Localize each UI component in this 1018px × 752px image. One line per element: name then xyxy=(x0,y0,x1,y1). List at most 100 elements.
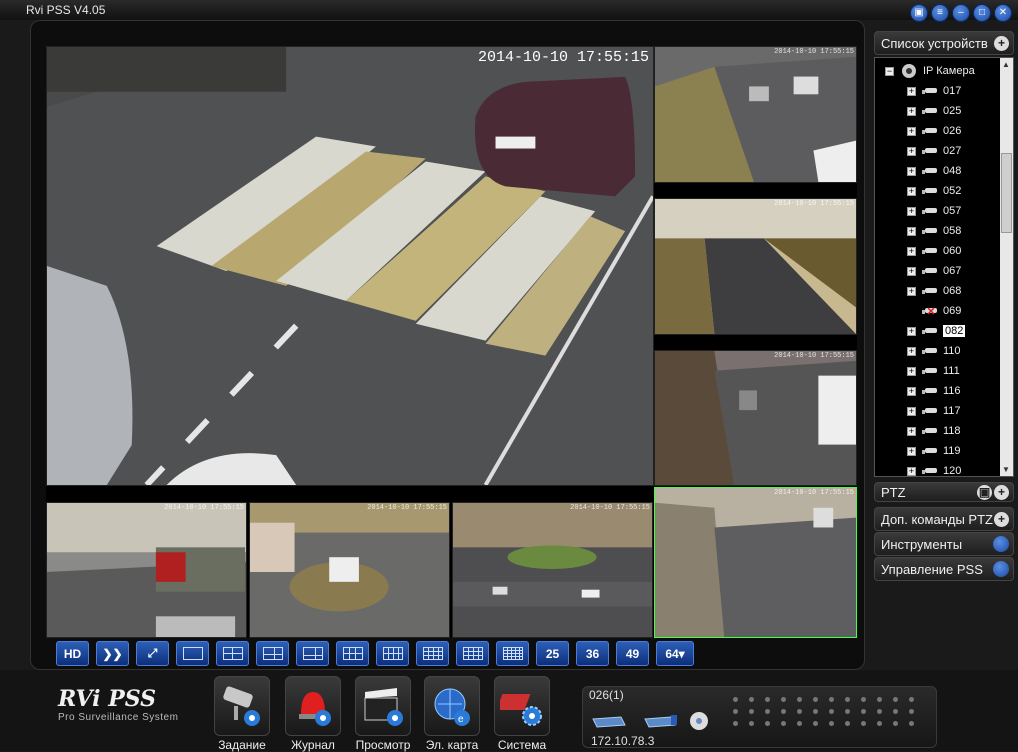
layout-1-button[interactable] xyxy=(176,641,209,666)
layout-49-button[interactable]: 49 xyxy=(616,641,649,666)
camera-timestamp: 2014-10-10 17:55:15 xyxy=(774,489,854,497)
expand-icon[interactable]: + xyxy=(907,246,916,256)
channel-dot xyxy=(877,721,882,726)
device-item[interactable]: +025 xyxy=(907,101,961,121)
expand-icon[interactable]: + xyxy=(907,286,916,296)
device-item[interactable]: +082 xyxy=(907,321,966,341)
expand-icon[interactable]: + xyxy=(907,346,916,356)
expand-icon[interactable]: + xyxy=(907,466,916,476)
tools-expand-icon[interactable] xyxy=(993,536,1009,552)
expand-icon[interactable]: + xyxy=(907,386,916,396)
channel-dot xyxy=(781,697,786,702)
layout-25-button[interactable]: 25 xyxy=(536,641,569,666)
layout-20-button[interactable] xyxy=(496,641,529,666)
expand-icon[interactable]: + xyxy=(907,226,916,236)
channel-dot xyxy=(909,709,914,714)
expand-icon[interactable]: + xyxy=(907,206,916,216)
camera-view-main[interactable]: 2014-10-10 17:55:15 xyxy=(46,46,654,486)
device-label: 119 xyxy=(943,445,961,457)
task-module-button[interactable]: Задание xyxy=(212,676,272,752)
expand-icon[interactable]: + xyxy=(907,406,916,416)
layout-8-button[interactable] xyxy=(296,641,329,666)
expand-icon[interactable]: + xyxy=(907,126,916,136)
camera-view-5[interactable]: 2014-10-10 17:55:15 xyxy=(46,502,247,638)
device-item[interactable]: +116 xyxy=(907,381,961,401)
layout-6-button[interactable] xyxy=(256,641,289,666)
minimize-icon[interactable]: – xyxy=(952,4,970,22)
sequence-button[interactable]: ❯❯ xyxy=(96,641,129,666)
camera-view-4[interactable]: 2014-10-10 17:55:15 xyxy=(654,350,857,486)
layout-13-button[interactable] xyxy=(416,641,449,666)
log-module-button[interactable]: Журнал xyxy=(283,676,343,752)
log-module-label: Журнал xyxy=(291,738,335,752)
scroll-down-icon[interactable]: ▼ xyxy=(1002,465,1010,474)
collapse-icon[interactable]: − xyxy=(885,66,894,76)
tree-root[interactable]: − IP Камера xyxy=(885,61,975,81)
device-item[interactable]: +120 xyxy=(907,461,961,476)
add-icon[interactable]: + xyxy=(994,485,1009,500)
camera-view-8[interactable]: 2014-10-10 17:55:15 xyxy=(654,487,857,638)
layout-10-button[interactable] xyxy=(376,641,409,666)
pss-panel-header[interactable]: Управление PSS xyxy=(874,557,1014,581)
lock-icon[interactable]: ▣ xyxy=(910,4,928,22)
camera-view-7[interactable]: 2014-10-10 17:55:15 xyxy=(452,502,653,638)
device-item[interactable]: +110 xyxy=(907,341,961,361)
expand-icon[interactable]: + xyxy=(907,326,916,336)
device-item[interactable]: +052 xyxy=(907,181,961,201)
hd-button[interactable]: HD xyxy=(56,641,89,666)
device-item[interactable]: +118 xyxy=(907,421,961,441)
expand-icon[interactable]: + xyxy=(907,146,916,156)
device-item[interactable]: +048 xyxy=(907,161,961,181)
expand-icon[interactable]: + xyxy=(907,166,916,176)
system-module-button[interactable]: Система xyxy=(492,676,552,752)
pss-expand-icon[interactable] xyxy=(993,561,1009,577)
fullscreen-button[interactable]: ⤢ xyxy=(136,641,169,666)
expand-icon[interactable]: + xyxy=(907,446,916,456)
device-item[interactable]: +068 xyxy=(907,281,961,301)
device-item[interactable]: +058 xyxy=(907,221,961,241)
scrollbar-thumb[interactable] xyxy=(1001,153,1012,233)
device-item[interactable]: +060 xyxy=(907,241,961,261)
add-device-icon[interactable]: + xyxy=(994,36,1009,51)
layout-4-button[interactable] xyxy=(216,641,249,666)
layout-9-button[interactable] xyxy=(336,641,369,666)
device-item[interactable]: +026 xyxy=(907,121,961,141)
camera-view-6[interactable]: 2014-10-10 17:55:15 xyxy=(249,502,450,638)
lock-icon[interactable]: ▣ xyxy=(977,485,992,500)
scroll-up-icon[interactable]: ▲ xyxy=(1002,60,1010,69)
device-tree[interactable]: − IP Камера +017 +025 +026 +027 +048 +052 +057… xyxy=(874,57,1014,477)
emap-module-button[interactable]: e Эл. карта xyxy=(422,676,482,752)
ptz-panel-header[interactable]: PTZ + ▣ xyxy=(874,482,1014,502)
list-icon[interactable]: ≡ xyxy=(931,4,949,22)
layout-36-button[interactable]: 36 xyxy=(576,641,609,666)
expand-icon[interactable]: + xyxy=(907,106,916,116)
expand-icon[interactable]: + xyxy=(907,426,916,436)
layout-64-button[interactable]: 64▾ xyxy=(656,641,694,666)
tree-scrollbar[interactable]: ▲ ▼ xyxy=(1000,58,1013,476)
expand-icon[interactable]: + xyxy=(907,186,916,196)
alarm-log-icon xyxy=(285,676,341,736)
device-item[interactable]: +017 xyxy=(907,81,961,101)
camera-view-2[interactable]: 2014-10-10 17:55:15 xyxy=(654,46,857,183)
device-item[interactable]: 069 xyxy=(907,301,961,321)
device-item[interactable]: +117 xyxy=(907,401,961,421)
device-item[interactable]: +067 xyxy=(907,261,961,281)
expand-icon[interactable]: + xyxy=(907,266,916,276)
ptz-extra-panel-header[interactable]: Доп. команды PTZ + xyxy=(874,507,1014,531)
device-item[interactable]: +111 xyxy=(907,361,960,381)
add-icon[interactable]: + xyxy=(994,512,1009,527)
device-item[interactable]: +027 xyxy=(907,141,961,161)
device-list-header[interactable]: Список устройств + xyxy=(874,31,1014,55)
tools-panel-header[interactable]: Инструменты xyxy=(874,532,1014,556)
device-item[interactable]: +057 xyxy=(907,201,961,221)
camera-view-3[interactable]: 2014-10-10 17:55:15 xyxy=(654,198,857,335)
expand-icon[interactable]: + xyxy=(907,366,916,376)
device-item[interactable]: +119 xyxy=(907,441,961,461)
logo-tagline: Pro Surveillance System xyxy=(58,712,179,723)
layout-16-button[interactable] xyxy=(456,641,489,666)
playback-module-button[interactable]: Просмотр xyxy=(353,676,413,752)
close-icon[interactable]: ✕ xyxy=(994,4,1012,22)
camera-icon xyxy=(922,128,937,134)
expand-icon[interactable]: + xyxy=(907,86,916,96)
restore-icon[interactable]: □ xyxy=(973,4,991,22)
